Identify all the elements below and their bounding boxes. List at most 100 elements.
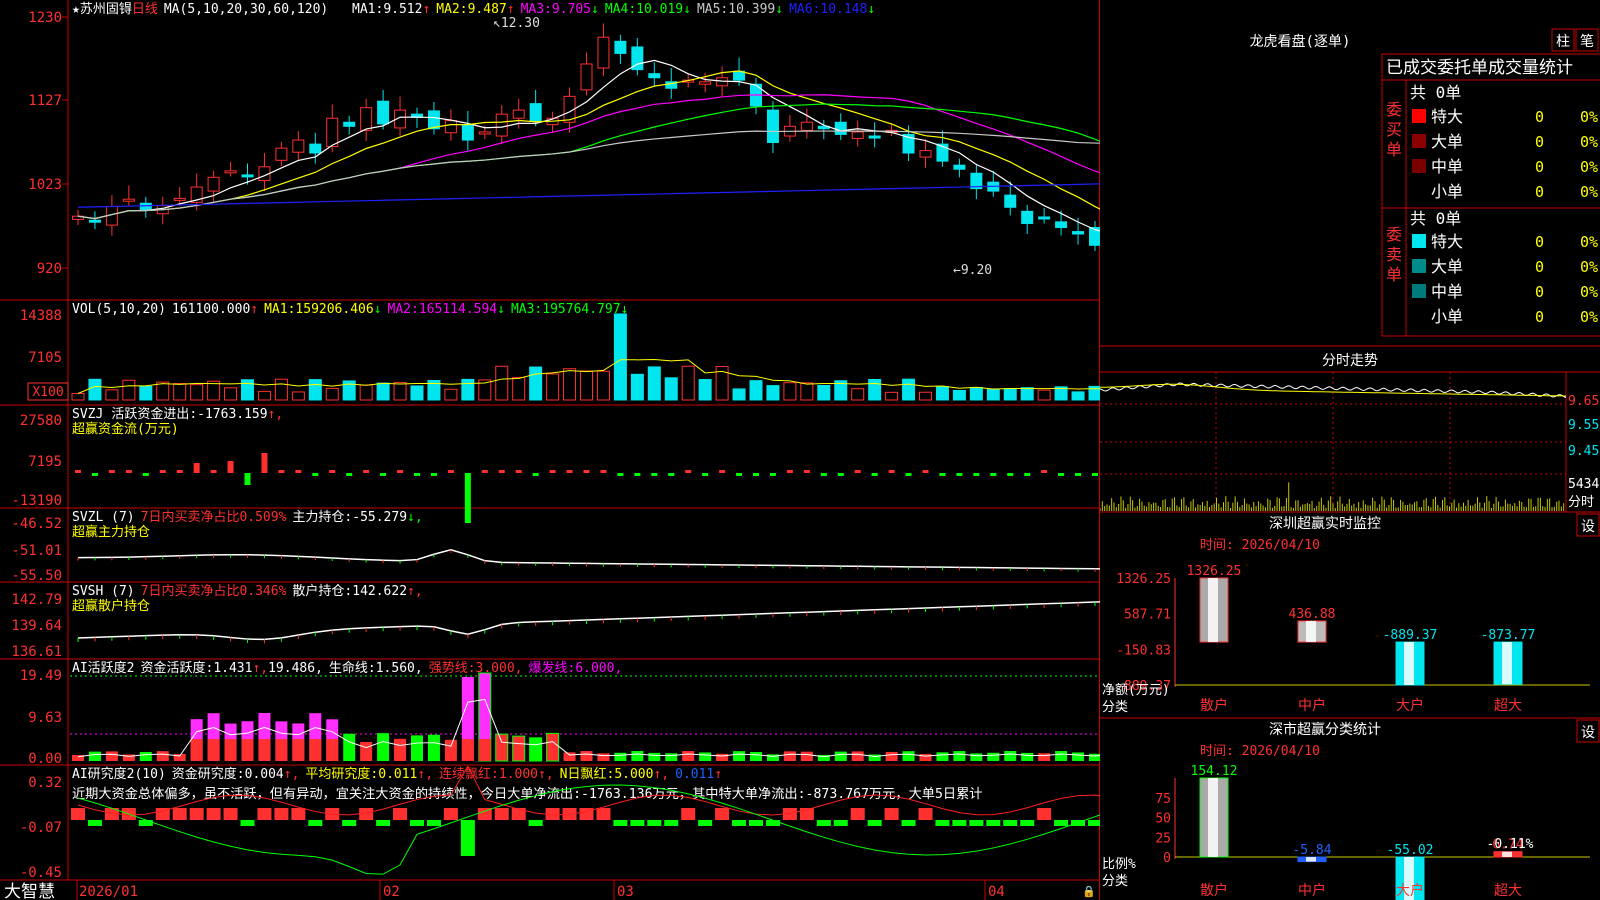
svg-text:03: 03 (617, 884, 634, 900)
sz-monitor-title: 深圳超赢实时监控 (1269, 515, 1381, 532)
svg-text:27580: 27580 (20, 413, 62, 429)
buy-rows: 特大 0 0% 大单 0 0% 中单 0 0% 小单 0 0% (1412, 107, 1598, 201)
side-char: 单 (1386, 265, 1402, 284)
svg-text:1127: 1127 (28, 93, 62, 109)
ai-activity-base (207, 739, 220, 761)
svg-text:-51.01: -51.01 (11, 543, 62, 559)
volume-bar (88, 378, 102, 401)
order-count: 0 (1535, 308, 1544, 326)
svzj-bar (583, 470, 590, 473)
volume-bar (529, 366, 543, 401)
ai-research-bar (410, 820, 424, 826)
ai-research-bar (969, 820, 984, 826)
bar-shine (1404, 642, 1414, 685)
volume-bar (647, 366, 661, 401)
candle-down (427, 110, 440, 130)
candle-up (275, 147, 288, 161)
ai-activity-bar (495, 733, 509, 762)
side-panel: 龙虎看盘(逐单) 柱 笔 已成交委托单成交量统计 委买单 委卖单 共 0单 共 … (1100, 28, 1600, 900)
ai-research-bar (172, 808, 187, 820)
svzj-bar (210, 470, 217, 473)
ai-research-bar (630, 820, 645, 826)
ai-research-bar (291, 808, 306, 820)
panel-borders (0, 0, 1100, 900)
volume-bar (698, 379, 712, 401)
indicator-label: MA5: (697, 2, 728, 17)
svzj-bar (363, 470, 370, 473)
order-count: 0 (1535, 108, 1544, 126)
candle-down (834, 121, 847, 135)
indicator-label: MA2: (388, 302, 419, 317)
indicator-arrow: ↓ (497, 302, 505, 317)
svzj-bar (1007, 473, 1014, 476)
ai-activity-bar (1038, 753, 1051, 761)
y-tick-label: 0 (1163, 851, 1171, 866)
ai-research-bar (647, 820, 662, 826)
sz-monitor-chart: 1326.25 587.71 -150.83 -889.37 净额(万元) 分类 1326.… (1102, 564, 1590, 715)
svzj-bar (837, 473, 844, 476)
candle-down (1038, 216, 1051, 220)
svg-text:139.64: 139.64 (11, 618, 62, 634)
indicator-arrow: ↓ (775, 2, 783, 17)
ai-research-bar (715, 808, 730, 820)
bar-shine (1208, 778, 1218, 857)
ai-research-bar (206, 808, 221, 820)
svzj-bar (753, 473, 759, 476)
sell-rows: 特大 0 0% 大单 0 0% 中单 0 0% 小单 0 0% (1412, 232, 1598, 326)
svg-text:7105: 7105 (28, 350, 62, 366)
order-pct: 0% (1580, 183, 1598, 201)
ai-activity-base (258, 739, 271, 761)
vol-values: 161100.000↑ MA1:159206.406↓ MA2:165114.594… (172, 302, 628, 317)
bar-value-label: -55.02 (1387, 843, 1434, 858)
svzj-y-axis: 27580 7195 -13190 (11, 413, 62, 509)
bar-value-label: 436.88 (1289, 607, 1336, 622)
svzj-bar (414, 473, 420, 476)
svzj-bar (329, 470, 336, 473)
main-y-axis: 1230 1127 1023 920 (28, 10, 62, 277)
svzj-bar (380, 473, 387, 476)
indicator-label: MA4: (605, 2, 636, 17)
order-type-label: 大单 (1431, 257, 1463, 276)
volume-bar (139, 385, 153, 401)
volume-bar (749, 380, 763, 401)
indicator-value: 9.705 (552, 2, 591, 17)
svzj-bar (651, 473, 658, 476)
svg-text:1230: 1230 (28, 10, 62, 26)
side-char: 买 (1386, 120, 1402, 139)
stats-tab-label: 已成交委托单成交量统计 (1386, 58, 1573, 78)
order-type-label: 大单 (1431, 132, 1463, 151)
dragon-tiger-title: 龙虎看盘(逐单) (1250, 33, 1351, 50)
indicator-value: 10.019 (636, 2, 683, 17)
svzj-bar (905, 473, 912, 476)
intraday-panel[interactable]: 分时走势 9.65 9.55 9.45 5434 分时 (1100, 345, 1600, 513)
volume-bar (630, 373, 644, 401)
ai-research-bars (71, 808, 1100, 856)
ai-research-bar (71, 808, 85, 820)
ai-research-bar (274, 808, 289, 820)
kline-chart-area[interactable]: ★苏州固锝日线 MA(5,10,20,30,60,120) MA1:9.512↑ M… (0, 0, 1100, 900)
ai-research-bar (765, 820, 780, 826)
volume-bar (596, 370, 610, 401)
svg-text:-0.45: -0.45 (20, 865, 62, 881)
x-axis-title: 分类 (1102, 874, 1128, 889)
candle-up (292, 139, 305, 153)
svzj-bar (447, 470, 454, 473)
indicator-value: 161100.000 (172, 302, 250, 317)
lock-icon[interactable]: 🔒 (1082, 885, 1096, 898)
candlesticks[interactable] (72, 23, 1101, 262)
buy-total: 共 0单 (1410, 83, 1461, 102)
order-type-label: 中单 (1431, 282, 1463, 301)
candle-down (953, 164, 966, 170)
ai-activity-bar (1004, 751, 1017, 761)
bar-value-label: -873.77 (1481, 628, 1536, 643)
y-tick-label: -150.83 (1116, 643, 1171, 658)
y-axis-title: 比例% (1102, 857, 1136, 872)
svg-text:1023: 1023 (28, 177, 62, 193)
ai-research-bar (87, 820, 102, 826)
ai-activity-bar (851, 751, 864, 761)
svzj-bar (261, 453, 268, 473)
candle-down (614, 40, 627, 54)
svg-text:2026/01: 2026/01 (79, 884, 138, 900)
ai-activity-bars (72, 672, 1100, 762)
order-type-label: 中单 (1431, 157, 1463, 176)
